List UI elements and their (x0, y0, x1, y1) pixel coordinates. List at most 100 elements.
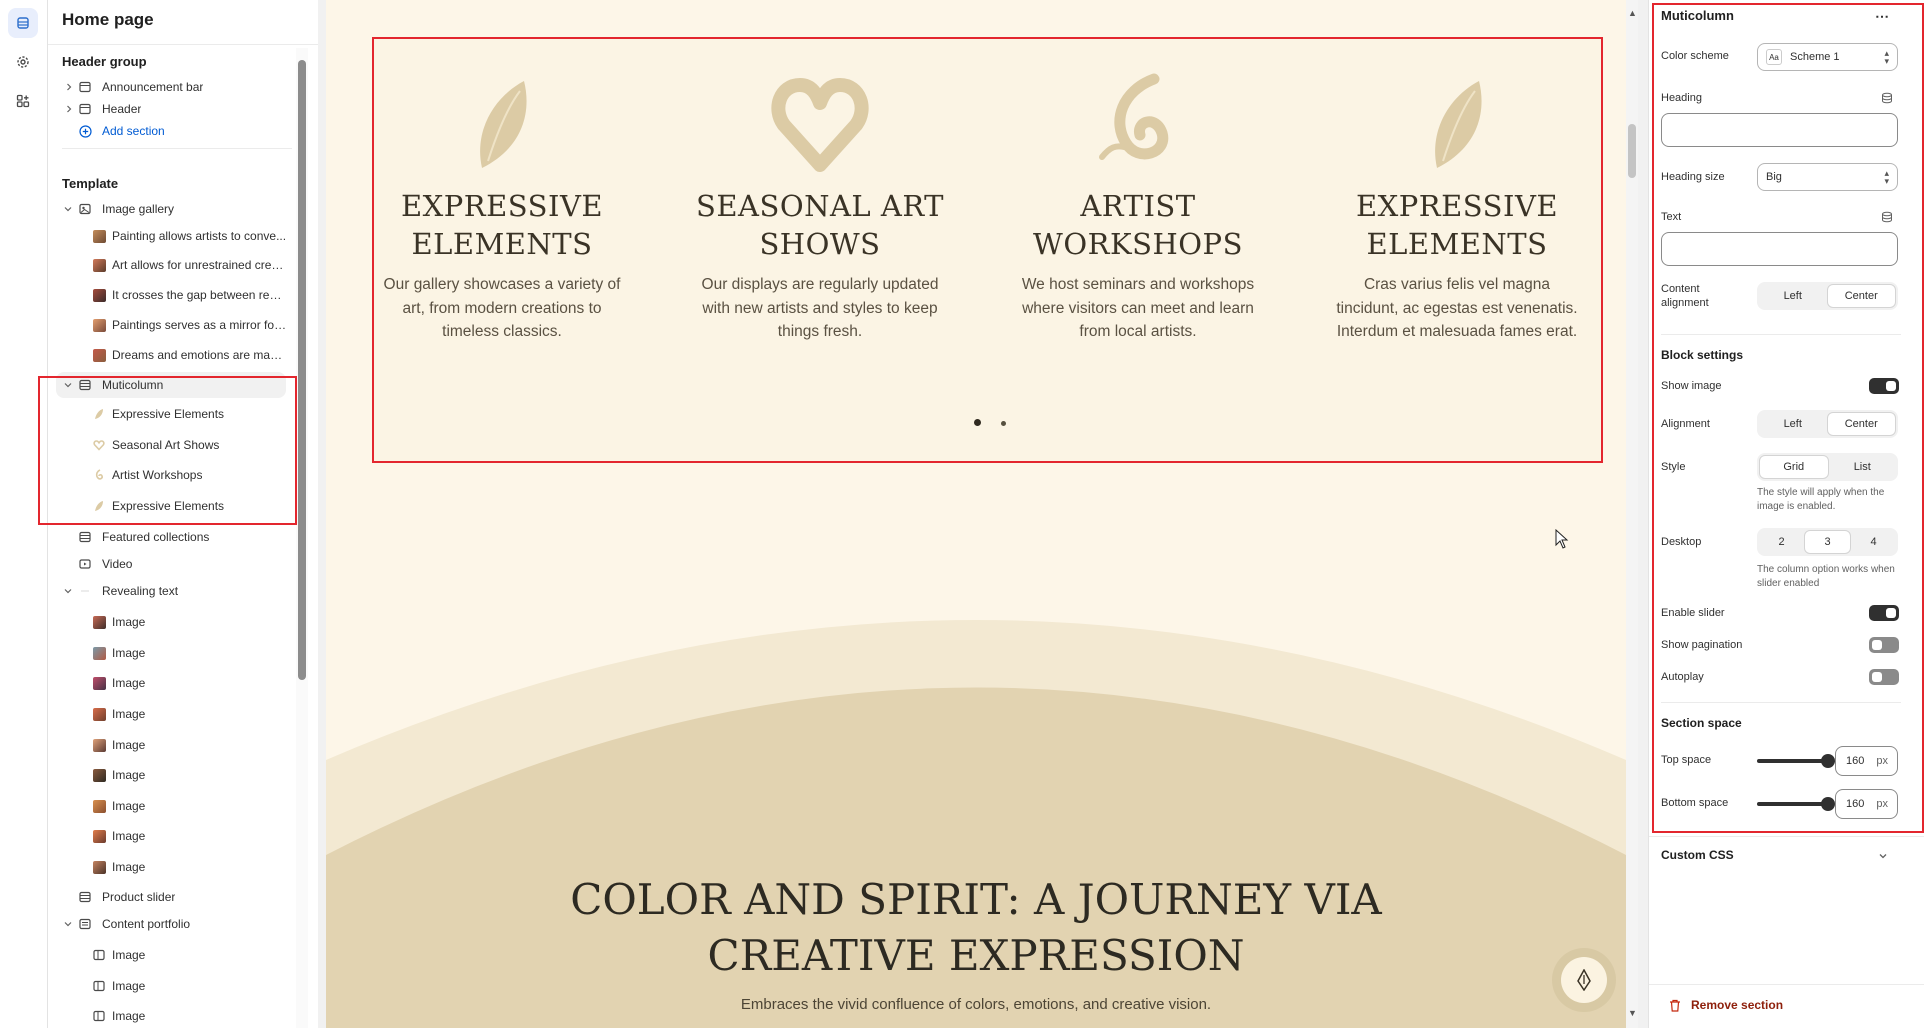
header-group-title: Header group (62, 54, 147, 69)
chevron-right-icon[interactable] (64, 82, 74, 92)
add-section-label: Add section (102, 124, 165, 138)
preview-scrollbar[interactable]: ▲ ▼ (1626, 0, 1638, 1028)
slider-pagination (374, 413, 1605, 431)
column-text: Cras varius felis vel magna tincidunt, a… (1336, 276, 1578, 340)
mouse-cursor-icon (1555, 529, 1569, 549)
section-layout-icon (78, 80, 92, 94)
tree-item-label: Image (112, 1009, 146, 1023)
tree-item-video[interactable]: Video (48, 551, 296, 577)
tree-item-label: Header (102, 102, 142, 116)
remove-section-button[interactable]: Remove section (1669, 998, 1783, 1012)
pagination-dot[interactable] (1000, 421, 1006, 426)
remove-section-label: Remove section (1691, 998, 1784, 1012)
tree-child-revealing-1[interactable]: Image (48, 609, 296, 635)
journey-heading-line: COLOR AND SPIRIT: A JOURNEY VIA (570, 875, 1382, 924)
tree-item-label: Revealing text (102, 584, 179, 598)
tree-child-gallery-4[interactable]: Paintings serves as a mirror for ... (48, 312, 296, 338)
tree-item-label: Product slider (102, 890, 176, 904)
video-icon (78, 557, 92, 571)
chevron-down-icon[interactable] (63, 919, 73, 929)
column-block-icon (92, 979, 106, 993)
preview-canvas: EXPRESSIVE ELEMENTS Our gallery showcase… (326, 0, 1626, 1028)
tree-child-portfolio-3[interactable]: Image (48, 1003, 296, 1028)
tree-item-label: Art allows for unrestrained crea... (112, 258, 288, 272)
tree-item-label: Image gallery (102, 202, 175, 216)
apps-icon[interactable] (8, 86, 38, 116)
tree-child-portfolio-2[interactable]: Image (48, 973, 296, 999)
text-block-icon (78, 917, 92, 931)
tree-item-label: Painting allows artists to conve... (112, 229, 287, 243)
faded-text-icon (78, 584, 92, 598)
column-text: Our displays are regularly updated with … (701, 276, 939, 340)
tree-item-image-gallery[interactable]: Image gallery (48, 196, 296, 222)
journey-heading: COLOR AND SPIRIT: A JOURNEY VIA CREATIVE… (326, 872, 1626, 984)
tree-item-revealing-text[interactable]: Revealing text (48, 578, 296, 604)
custom-css-label[interactable]: Custom CSS (1661, 848, 1734, 862)
add-section-button[interactable]: Add section (48, 118, 296, 144)
tree-child-gallery-3[interactable]: It crosses the gap between reali... (48, 282, 296, 308)
column-title: EXPRESSIVE ELEMENTS (1355, 189, 1559, 261)
chevron-down-icon[interactable] (63, 586, 73, 596)
theme-editor: Home page Header group Announcement bar … (0, 0, 1924, 1028)
sections-icon[interactable] (8, 8, 38, 38)
tree-child-revealing-5[interactable]: Image (48, 732, 296, 758)
leaf-brush-icon (1435, 81, 1482, 168)
tree-item-product-slider[interactable]: Product slider (48, 884, 296, 910)
tree-item-label: Video (102, 557, 133, 571)
pen-nib-icon (1577, 969, 1591, 991)
heart-brush-icon (771, 78, 869, 172)
swirl-brush-icon (1099, 73, 1169, 160)
trash-icon (1670, 999, 1680, 1012)
tree-item-label: Image (112, 676, 146, 690)
journey-subtitle: Embraces the vivid confluence of colors,… (740, 996, 1212, 1013)
chevron-down-icon[interactable] (63, 204, 73, 214)
tree-child-gallery-2[interactable]: Art allows for unrestrained crea... (48, 252, 296, 278)
image-thumbnail-icon (92, 348, 106, 362)
image-thumbnail-icon (92, 288, 106, 302)
chevron-down-icon[interactable] (1878, 848, 1888, 866)
section-layout-icon (78, 102, 92, 116)
sidebar-scrollbar[interactable] (296, 48, 308, 1028)
multicolumn-section[interactable]: EXPRESSIVE ELEMENTS Our gallery showcase… (372, 37, 1603, 463)
tree-item-label: Image (112, 860, 146, 874)
column-block-icon (92, 1009, 106, 1023)
gear-icon[interactable] (8, 47, 38, 77)
pagination-dot-active[interactable] (973, 419, 981, 426)
image-thumbnail-icon (92, 799, 106, 813)
tree-child-revealing-7[interactable]: Image (48, 793, 296, 819)
image-thumbnail-icon (92, 615, 106, 629)
tree-child-revealing-6[interactable]: Image (48, 762, 296, 788)
tree-child-revealing-8[interactable]: Image (48, 823, 296, 849)
highlight-settings-panel (1652, 3, 1924, 833)
floating-action-button[interactable] (1552, 948, 1616, 1012)
tree-item-label: Paintings serves as a mirror for ... (112, 318, 288, 332)
image-thumbnail-icon (92, 646, 106, 660)
tree-item-label: Dreams and emotions are made... (112, 348, 288, 362)
tree-child-portfolio-1[interactable]: Image (48, 942, 296, 968)
tree-item-content-portfolio[interactable]: Content portfolio (48, 911, 296, 937)
leaf-brush-icon (480, 81, 527, 168)
image-thumbnail-icon (92, 258, 106, 272)
tree-item-label: Image (112, 768, 146, 782)
scroll-up-icon[interactable]: ▲ (1628, 8, 1637, 18)
section-layout-icon (78, 530, 92, 544)
column-text: We host seminars and workshops where vis… (1021, 276, 1255, 340)
tree-item-label: Image (112, 979, 146, 993)
scroll-down-icon[interactable]: ▼ (1628, 1008, 1637, 1018)
highlight-multicolumn-tree (38, 376, 297, 525)
column-title: EXPRESSIVE ELEMENTS (400, 189, 604, 261)
gallery-icon (78, 202, 92, 216)
tree-child-revealing-2[interactable]: Image (48, 640, 296, 666)
tree-child-gallery-1[interactable]: Painting allows artists to conve... (48, 223, 296, 249)
tree-child-gallery-5[interactable]: Dreams and emotions are made... (48, 342, 296, 368)
image-thumbnail-icon (92, 829, 106, 843)
tree-child-revealing-4[interactable]: Image (48, 701, 296, 727)
tree-child-revealing-9[interactable]: Image (48, 854, 296, 880)
tree-child-revealing-3[interactable]: Image (48, 670, 296, 696)
image-thumbnail-icon (92, 229, 106, 243)
chevron-right-icon[interactable] (64, 104, 74, 114)
tree-item-label: Image (112, 707, 146, 721)
tree-item-label: Announcement bar (102, 80, 204, 94)
plus-circle-icon (78, 124, 92, 138)
tree-item-featured-collections[interactable]: Featured collections (48, 524, 296, 550)
